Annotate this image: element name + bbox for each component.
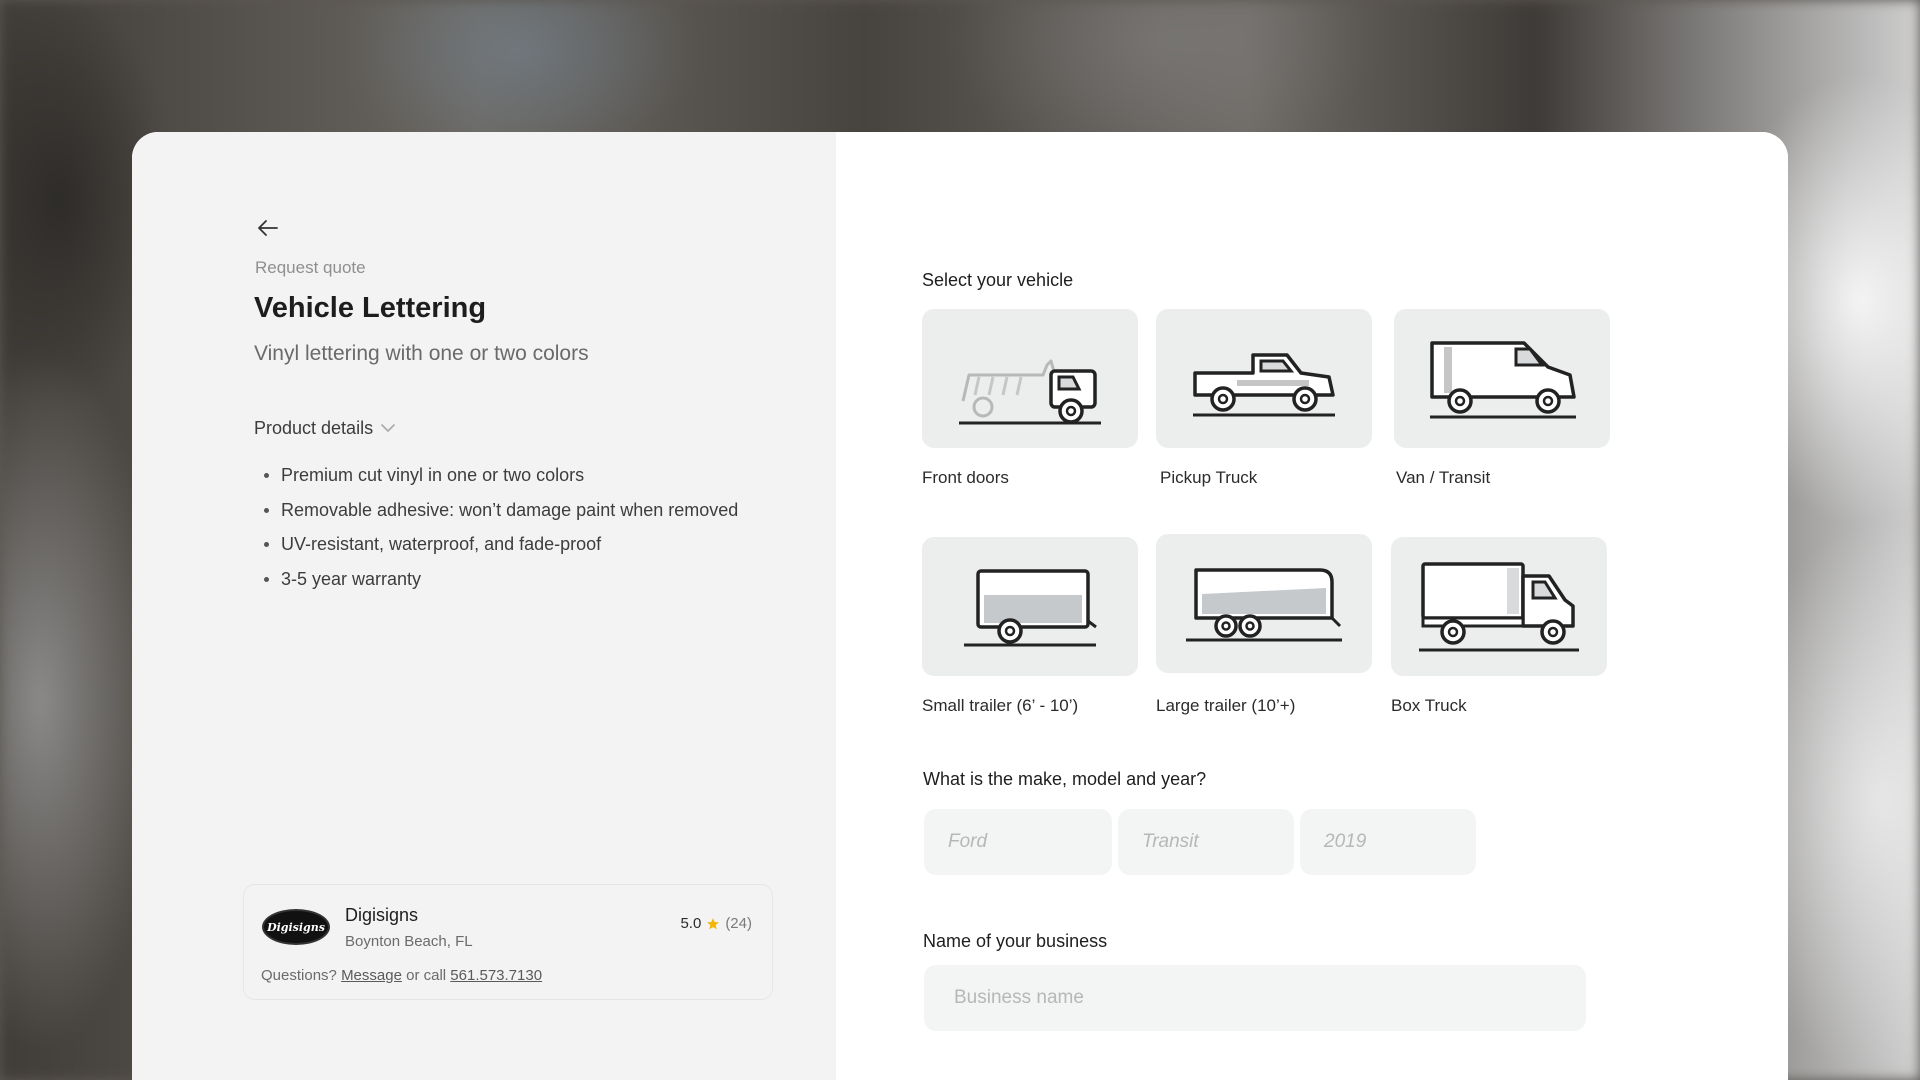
- select-vehicle-label: Select your vehicle: [922, 270, 1074, 290]
- eyebrow-label: Request quote: [255, 258, 366, 277]
- list-item: Removable adhesive: won’t damage paint w…: [254, 493, 738, 528]
- vehicle-option-label: Small trailer (6’ - 10’): [922, 696, 1079, 715]
- quote-form: Select your vehicle Front doors Pickup T…: [836, 132, 1788, 1080]
- vendor-card: Digisigns Digisigns Boynton Beach, FL 5.…: [243, 884, 773, 1000]
- message-link[interactable]: Message: [341, 967, 402, 984]
- vehicle-option-label: Large trailer (10’+): [1156, 696, 1296, 715]
- vehicle-option-label: Van / Transit: [1396, 468, 1491, 487]
- vehicle-option-small-trailer[interactable]: [922, 537, 1138, 676]
- page-subtitle: Vinyl lettering with one or two colors: [254, 342, 589, 365]
- vehicle-option-box-truck[interactable]: [1391, 537, 1607, 676]
- rating-value: 5.0: [680, 915, 702, 932]
- vendor-location: Boynton Beach, FL: [345, 933, 473, 950]
- van-icon: [1430, 340, 1576, 418]
- small-trailer-icon: [964, 568, 1097, 646]
- vehicle-option-large-trailer[interactable]: [1156, 534, 1372, 673]
- vehicle-option-label: Front doors: [922, 468, 1009, 487]
- vehicle-option-van[interactable]: [1394, 309, 1610, 448]
- product-details-toggle[interactable]: Product details: [254, 418, 395, 439]
- back-button[interactable]: [252, 212, 284, 244]
- page-title: Vehicle Lettering: [254, 292, 487, 324]
- list-item: Premium cut vinyl in one or two colors: [254, 458, 738, 493]
- vendor-rating: 5.0 (24): [680, 915, 752, 932]
- vehicle-option-label: Box Truck: [1391, 696, 1467, 715]
- quote-modal: Request quote Vehicle Lettering Vinyl le…: [132, 132, 1788, 1080]
- large-trailer-icon: [1186, 567, 1342, 641]
- year-input[interactable]: [1300, 809, 1476, 875]
- list-item: 3-5 year warranty: [254, 562, 738, 597]
- vendor-contact: Questions? Message or call 561.573.7130: [261, 967, 543, 984]
- arrow-left-icon: [258, 220, 278, 236]
- business-name-label: Name of your business: [923, 931, 1108, 951]
- product-panel: Request quote Vehicle Lettering Vinyl le…: [132, 132, 836, 1080]
- chevron-down-icon: [381, 424, 395, 432]
- make-input[interactable]: [924, 809, 1112, 875]
- make-model-year-label: What is the make, model and year?: [923, 769, 1207, 789]
- vehicle-option-pickup-truck[interactable]: [1156, 309, 1372, 448]
- product-details-list: Premium cut vinyl in one or two colors R…: [254, 458, 738, 596]
- model-input[interactable]: [1118, 809, 1294, 875]
- vehicle-option-label: Pickup Truck: [1160, 468, 1258, 487]
- product-details-label: Product details: [254, 418, 374, 438]
- phone-link[interactable]: 561.573.7130: [450, 967, 542, 984]
- review-count: (24): [725, 915, 752, 932]
- vendor-logo: Digisigns: [262, 909, 330, 945]
- dump-truck-icon: [959, 359, 1101, 424]
- list-item: UV-resistant, waterproof, and fade-proof: [254, 527, 738, 562]
- pickup-truck-icon: [1193, 352, 1335, 416]
- business-name-input[interactable]: [924, 965, 1586, 1031]
- vehicle-option-front-doors[interactable]: [922, 309, 1138, 448]
- box-truck-icon: [1419, 561, 1579, 651]
- star-icon: [707, 917, 720, 929]
- vendor-name: Digisigns: [345, 905, 419, 925]
